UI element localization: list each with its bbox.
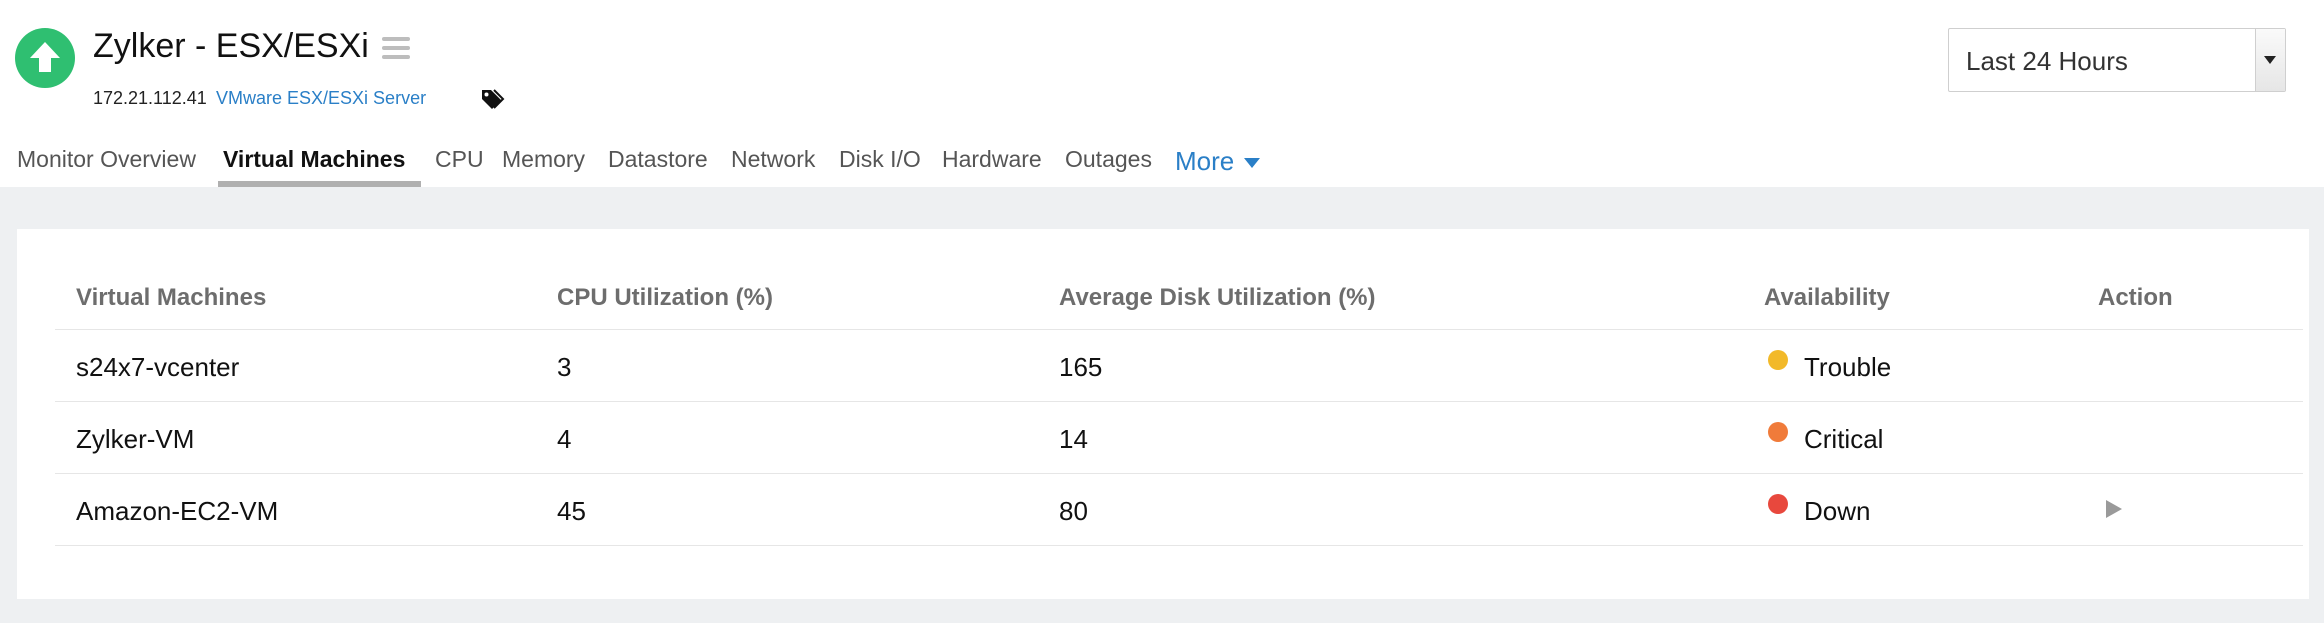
virtual-machines-card: Virtual Machines CPU Utilization (%) Ave… (17, 229, 2309, 599)
disk-utilization-value: 80 (1059, 496, 1088, 526)
server-type-link[interactable]: VMware ESX/ESXi Server (216, 88, 426, 109)
column-header-disk-utilization: Average Disk Utilization (%) (1059, 284, 1376, 311)
time-period-select[interactable]: Last 24 Hours (1948, 28, 2286, 92)
availability-status: Critical (1804, 424, 1884, 454)
table-row[interactable]: Zylker-VM 4 14 Critical (55, 402, 2303, 474)
tab-hardware[interactable]: Hardware (942, 146, 1042, 188)
status-dot-icon (1768, 350, 1788, 370)
column-header-availability: Availability (1764, 284, 1890, 311)
time-period-value: Last 24 Hours (1966, 46, 2128, 76)
chevron-down-icon[interactable] (2255, 29, 2285, 91)
tab-network[interactable]: Network (731, 146, 815, 188)
disk-utilization-value: 14 (1059, 424, 1088, 454)
tab-datastore[interactable]: Datastore (608, 146, 708, 188)
status-dot-icon (1768, 422, 1788, 442)
table-row[interactable]: Amazon-EC2-VM 45 80 Down (55, 474, 2303, 546)
table-row[interactable]: s24x7-vcenter 3 165 Trouble (55, 330, 2303, 402)
availability-status: Down (1804, 496, 1871, 526)
tab-memory[interactable]: Memory (502, 146, 585, 188)
column-header-cpu-utilization: CPU Utilization (%) (557, 284, 773, 311)
disk-utilization-value: 165 (1059, 352, 1103, 382)
tab-more[interactable]: More (1175, 146, 1261, 177)
status-dot-icon (1768, 494, 1788, 514)
hamburger-menu-icon[interactable] (382, 37, 410, 59)
vm-name[interactable]: s24x7-vcenter (76, 352, 239, 383)
column-header-action: Action (2098, 284, 2173, 311)
vm-name[interactable]: Zylker-VM (76, 424, 194, 455)
ip-address: 172.21.112.41 (93, 88, 207, 108)
cpu-utilization-value: 4 (557, 424, 572, 454)
tab-disk-io[interactable]: Disk I/O (839, 146, 921, 188)
tab-cpu[interactable]: CPU (435, 146, 484, 188)
tab-outages[interactable]: Outages (1065, 146, 1152, 188)
vm-name[interactable]: Amazon-EC2-VM (76, 496, 278, 527)
tab-monitor-overview[interactable]: Monitor Overview (17, 146, 196, 188)
availability-status: Trouble (1804, 352, 1892, 382)
caret-down-icon (1244, 158, 1261, 169)
cpu-utilization-value: 3 (557, 352, 572, 382)
tab-more-label: More (1175, 146, 1235, 176)
table-header: Virtual Machines CPU Utilization (%) Ave… (55, 258, 2303, 330)
page-title: Zylker - ESX/ESXi (93, 27, 369, 65)
column-header-virtual-machines: Virtual Machines (76, 284, 267, 311)
status-up-icon (15, 28, 75, 88)
tag-icon[interactable] (479, 87, 505, 113)
cpu-utilization-value: 45 (557, 496, 586, 526)
play-icon[interactable] (2102, 498, 2124, 520)
